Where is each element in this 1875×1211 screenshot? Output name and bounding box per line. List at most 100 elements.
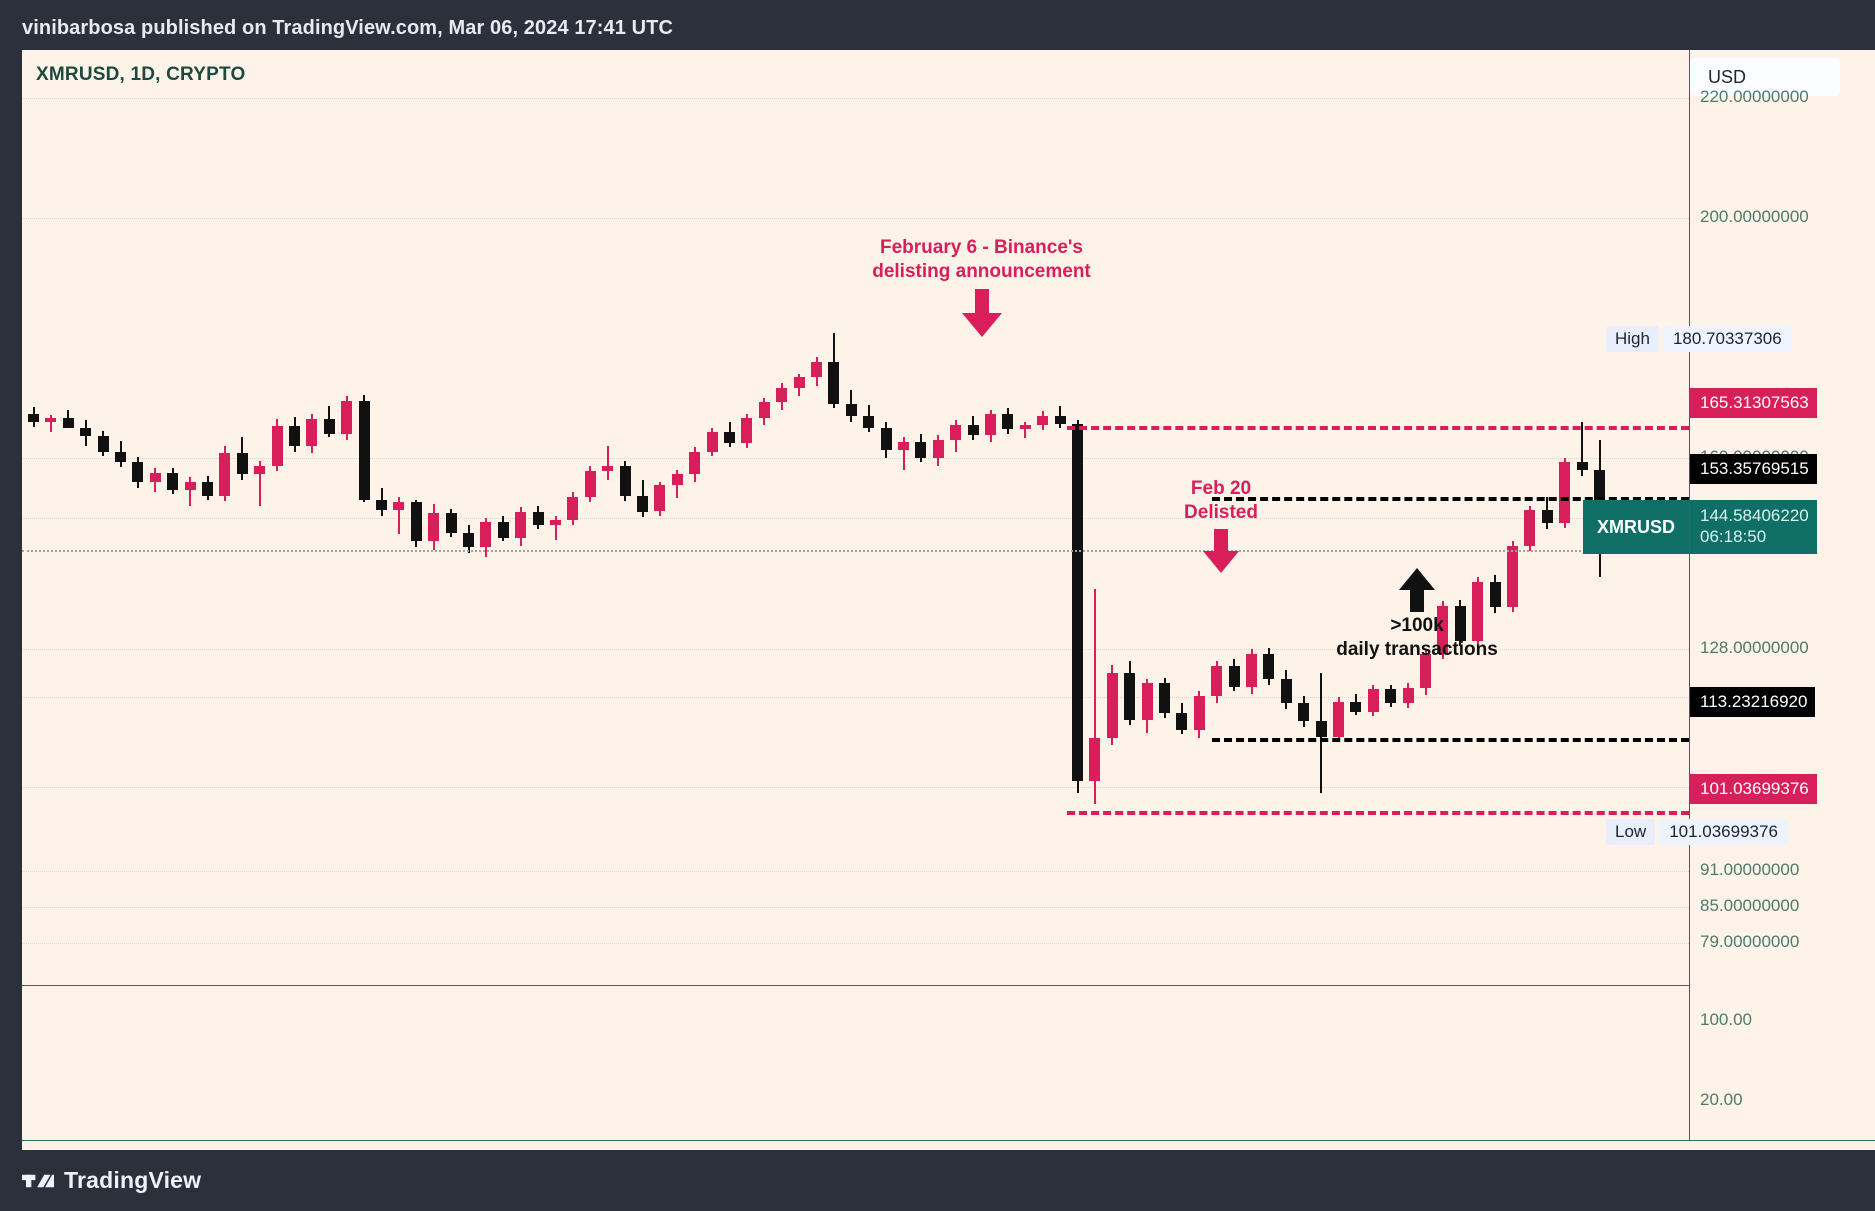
arrow-down-icon <box>961 289 1002 338</box>
candle-body <box>619 465 631 496</box>
plot-area[interactable]: February 6 - Binance's delisting announc… <box>22 50 1689 985</box>
candle-body <box>497 522 509 538</box>
candle-body <box>1333 702 1344 737</box>
candle-body <box>167 473 179 490</box>
candle-body <box>376 499 387 511</box>
candle-body <box>480 522 492 548</box>
low-label: Low <box>1606 819 1656 845</box>
grid-line <box>22 97 1689 99</box>
tradingview-logo[interactable]: TradingView <box>22 1167 201 1194</box>
candle-body <box>28 414 39 422</box>
price-scale[interactable]: USD 220.00000000200.00000000160.00000000… <box>1606 50 1875 1150</box>
grid-line <box>22 943 1689 945</box>
resistance-price-badge[interactable]: 165.31307563 <box>1690 388 1817 418</box>
high-label: High <box>1606 326 1659 352</box>
arrow-down-icon <box>1203 529 1239 574</box>
candle-body <box>323 419 335 434</box>
candle-body <box>550 519 561 525</box>
lower-level-price-badge[interactable]: 113.23216920 <box>1690 687 1816 717</box>
current-price-line <box>22 549 1689 552</box>
candle-body <box>915 441 927 458</box>
chart-frame[interactable]: XMRUSD, 1D, CRYPTO February 6 - Binance'… <box>22 50 1875 1188</box>
volume-pane[interactable] <box>22 985 1689 1140</box>
candle-body <box>828 361 840 404</box>
annotation-transactions-line2: daily transactions <box>1336 638 1498 660</box>
candle-body <box>1576 462 1588 470</box>
candle-body <box>724 432 735 444</box>
price-tick-label: 220.00000000 <box>1700 86 1809 106</box>
candle-body <box>1176 712 1188 730</box>
annotation-transactions-line1: >100k <box>1390 615 1444 636</box>
arrow-up-icon <box>1399 568 1435 612</box>
price-level-line <box>1067 425 1689 430</box>
candle-body <box>410 501 422 542</box>
support-price-badge[interactable]: 101.03699376 <box>1690 774 1817 804</box>
candle-body <box>741 418 753 444</box>
candle-body <box>1193 696 1205 730</box>
candle-body <box>358 401 370 500</box>
candle-body <box>428 512 440 542</box>
candle-body <box>306 419 318 446</box>
candle-body <box>1280 679 1292 704</box>
candle-body <box>1124 673 1136 721</box>
candle-body <box>393 501 405 511</box>
candle-body <box>289 426 300 446</box>
candle-body <box>584 470 596 498</box>
candle-body <box>184 482 196 490</box>
candle-body <box>463 533 474 548</box>
price-tick-label: 200.00000000 <box>1700 206 1809 226</box>
candle-body <box>115 451 126 463</box>
candle-body <box>811 361 822 378</box>
candle-body <box>149 473 161 482</box>
last-price-badge[interactable]: 144.58406220 06:18:50 <box>1690 500 1817 554</box>
candle-body <box>532 511 544 525</box>
candle-body <box>515 511 527 538</box>
candle-body <box>1246 654 1257 687</box>
instrument-tag[interactable]: XMRUSD <box>1582 500 1689 554</box>
grid-line <box>22 217 1689 219</box>
grid-line <box>22 907 1689 909</box>
annotation-daily-transactions: >100k daily transactions <box>1307 568 1527 661</box>
upper-level-price-badge[interactable]: 153.35769515 <box>1690 454 1817 484</box>
low-value: 101.03699376 <box>1659 819 1788 845</box>
price-tick-label: 79.00000000 <box>1700 932 1800 952</box>
annotation-feb20-line1: Feb 20 <box>1190 478 1252 499</box>
high-value: 180.70337306 <box>1662 326 1792 352</box>
grid-line <box>22 517 1689 519</box>
grid-line <box>22 871 1689 873</box>
currency-label: USD <box>1708 66 1747 87</box>
annotation-binance-line1: February 6 - Binance's <box>879 237 1084 258</box>
candle-body <box>1089 738 1101 782</box>
candle-body <box>254 465 266 475</box>
bar-countdown: 06:18:50 <box>1700 527 1767 546</box>
price-level-line <box>1212 737 1689 742</box>
candle-body <box>1524 510 1536 547</box>
price-level-line <box>1067 810 1689 815</box>
low-marker: Low 101.03699376 <box>1606 818 1788 846</box>
annotation-feb20-line2: Delisted <box>1184 501 1258 523</box>
candle-body <box>1315 721 1327 737</box>
candle-body <box>863 415 875 428</box>
tradingview-logo-icon <box>22 1174 54 1187</box>
price-tick-label: 85.00000000 <box>1700 896 1800 916</box>
candle-body <box>758 402 770 418</box>
chart-legend[interactable]: XMRUSD, 1D, CRYPTO <box>36 64 245 86</box>
annotation-binance-delisting: February 6 - Binance's delisting announc… <box>834 236 1129 339</box>
grid-line <box>22 787 1689 789</box>
annotation-binance-line2: delisting announcement <box>872 260 1091 282</box>
candle-body <box>776 388 788 403</box>
candle-body <box>567 497 579 520</box>
candle-body <box>1541 510 1553 524</box>
candle-body <box>654 485 666 512</box>
candle-body <box>1385 688 1397 704</box>
annotation-feb20-delisted: Feb 20 Delisted <box>1141 477 1301 575</box>
candle-body <box>341 401 353 434</box>
candle-body <box>132 462 144 482</box>
publisher-text: vinibarbosa published on TradingView.com… <box>22 16 674 39</box>
candle-body <box>898 441 909 451</box>
candle-body <box>793 377 805 389</box>
candle-body <box>1019 425 1031 429</box>
candle-body <box>985 414 996 435</box>
candle-body <box>967 425 979 435</box>
candle-body <box>1072 424 1083 782</box>
